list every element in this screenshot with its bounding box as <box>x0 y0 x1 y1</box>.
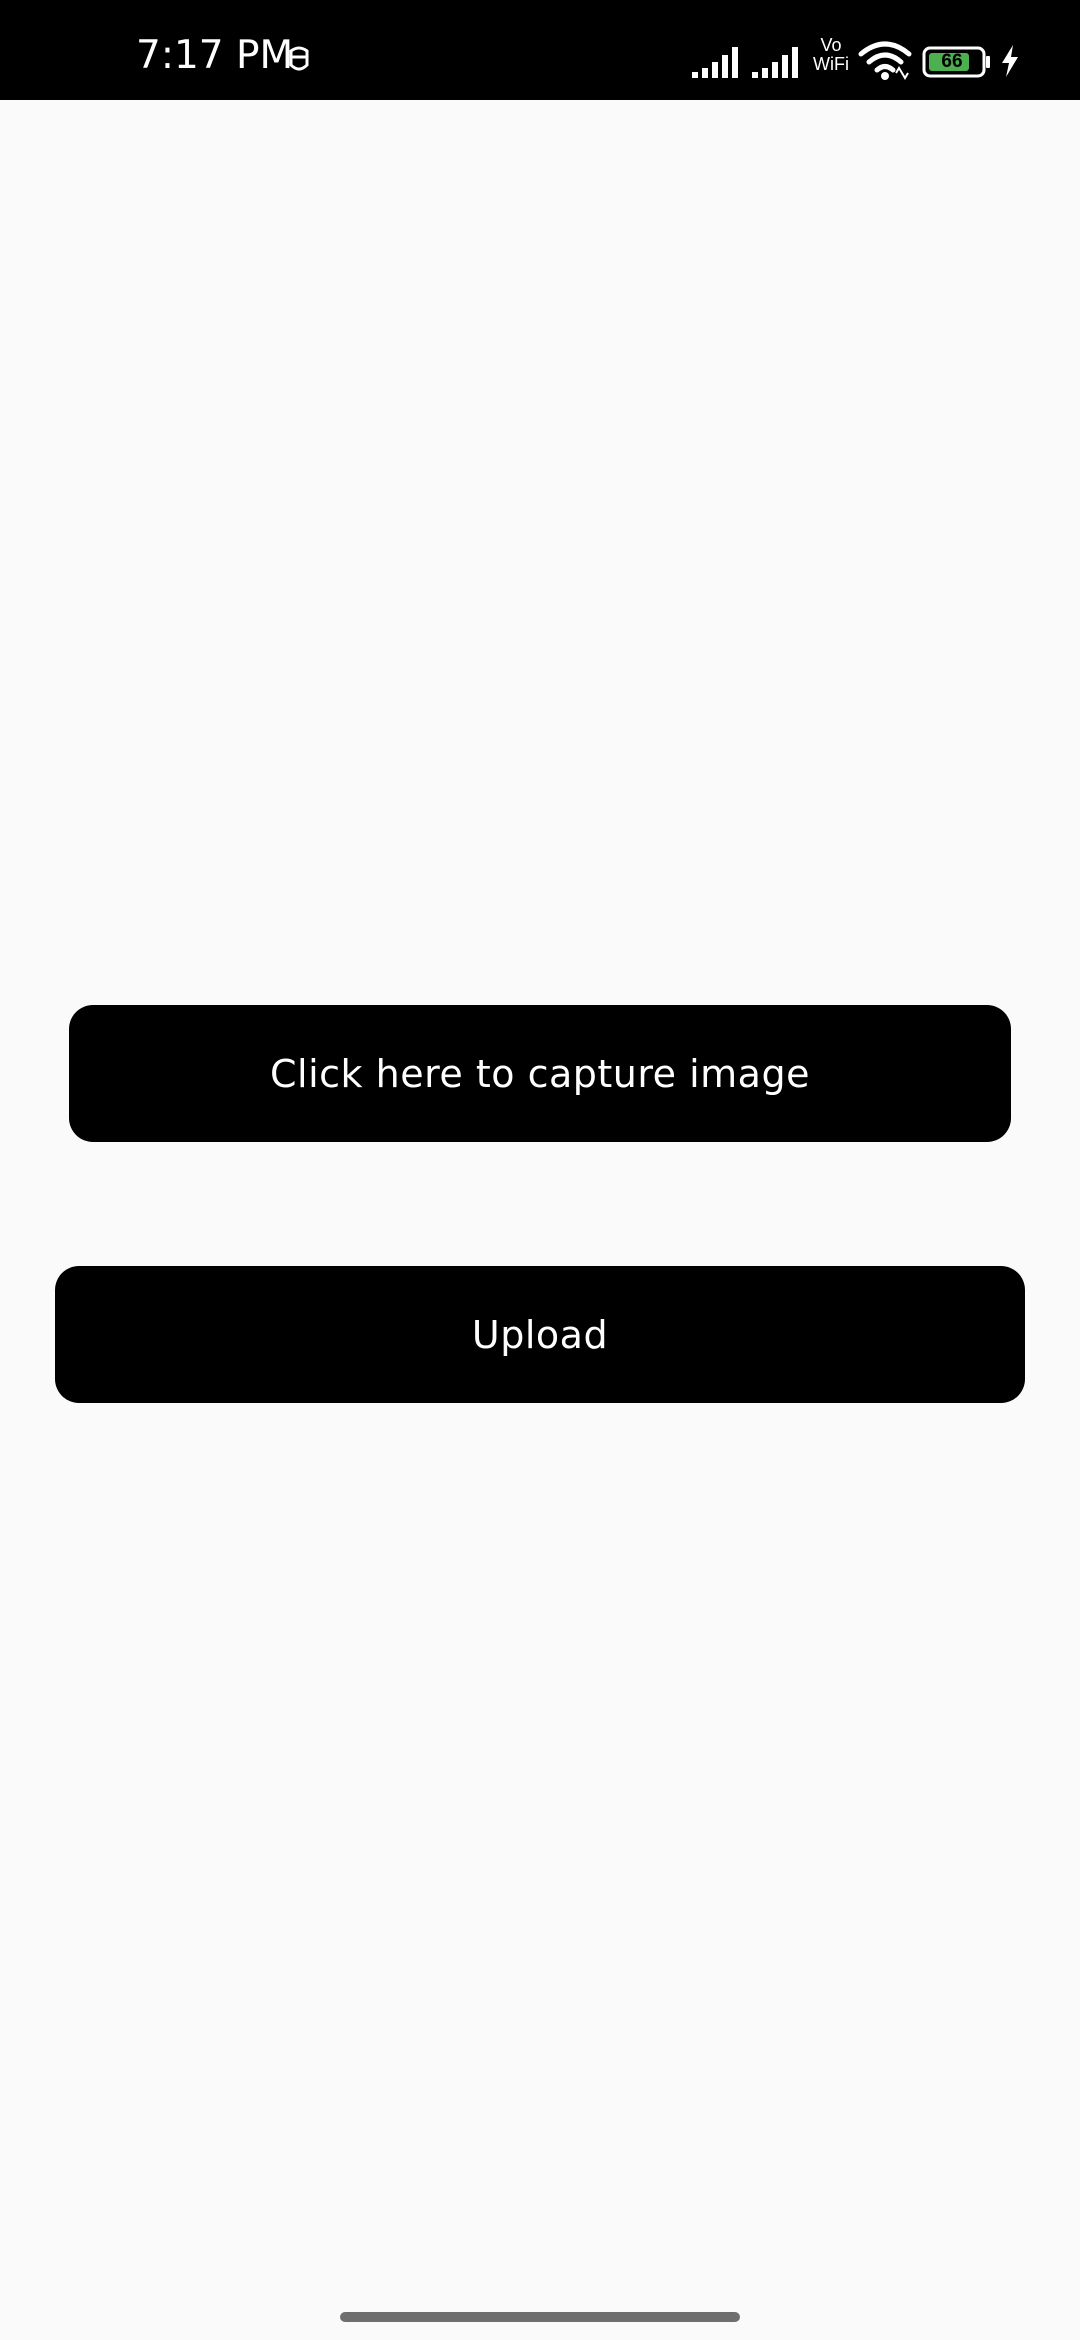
mask-icon <box>286 43 312 80</box>
capture-image-button[interactable]: Click here to capture image <box>69 1005 1011 1142</box>
upload-label: Upload <box>471 1312 609 1357</box>
home-indicator[interactable] <box>340 2312 740 2322</box>
status-bar: 7:17 PM Vo WiFi 66 <box>0 0 1080 100</box>
signal-icon <box>752 44 802 83</box>
battery-level: 66 <box>941 51 963 72</box>
signal-icon <box>692 44 742 83</box>
vowifi-line2: WiFi <box>813 54 849 74</box>
capture-image-label: Click here to capture image <box>270 1051 810 1096</box>
vowifi-icon: Vo WiFi <box>808 36 854 74</box>
main-content: Click here to capture image Upload <box>0 100 1080 2295</box>
wifi-icon <box>858 40 912 85</box>
upload-button[interactable]: Upload <box>55 1266 1025 1403</box>
charging-icon <box>999 44 1021 83</box>
status-time: 7:17 PM <box>136 33 294 78</box>
vowifi-line1: Vo <box>820 35 842 55</box>
